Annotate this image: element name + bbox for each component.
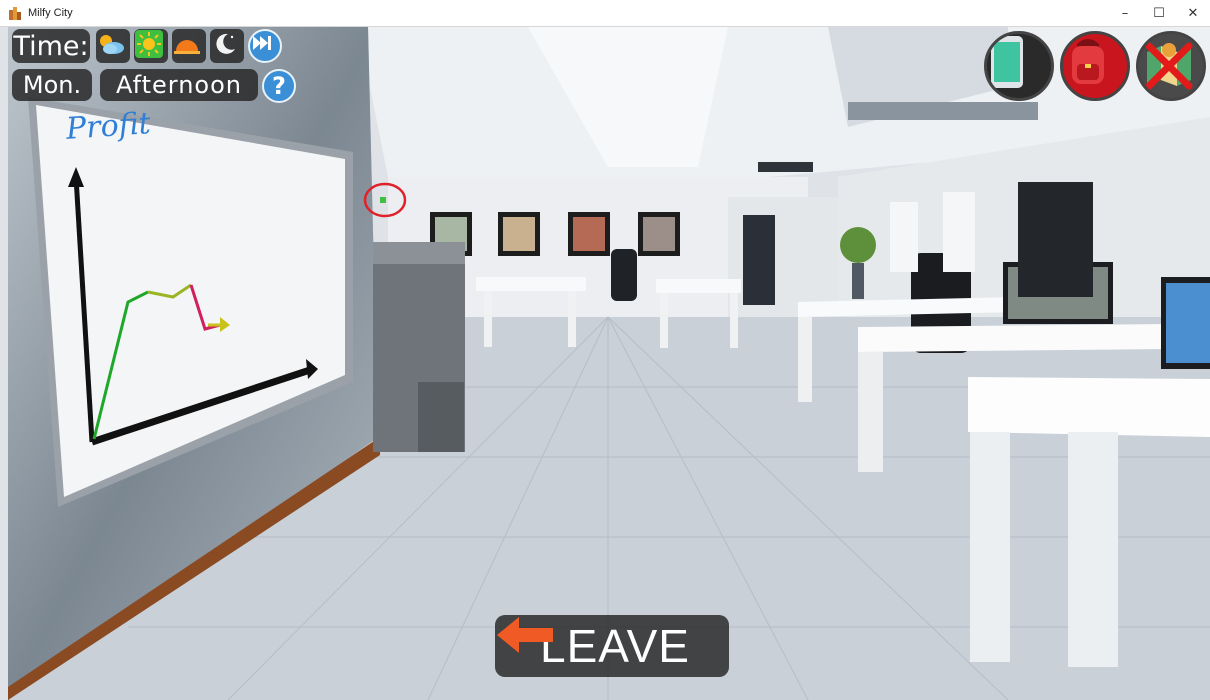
backpack-icon	[1072, 39, 1104, 84]
minimize-button[interactable]: –	[1108, 0, 1142, 26]
skip-forward-icon[interactable]	[248, 29, 282, 63]
help-button[interactable]: ?	[262, 69, 296, 103]
day-label: Mon.	[12, 69, 92, 101]
phone-button[interactable]	[984, 31, 1054, 101]
backpack-button[interactable]	[1060, 31, 1130, 101]
map-disabled-icon	[1145, 42, 1193, 90]
time-label: Time:	[12, 29, 90, 63]
arrow-left-icon	[497, 617, 553, 653]
app-icon	[9, 7, 21, 20]
whiteboard-text: Profit	[64, 106, 152, 147]
leave-button[interactable]: LEAVE	[495, 615, 729, 677]
maximize-button[interactable]: ☐	[1142, 0, 1176, 26]
window-title: Milfy City	[28, 7, 73, 19]
game-scene: Profit Time: Mon. Afternoon ? LEAVE	[8, 27, 1210, 700]
period-label: Afternoon	[100, 69, 258, 101]
map-button[interactable]	[1136, 31, 1206, 101]
evening-sunset-icon[interactable]	[172, 29, 206, 63]
office-background	[8, 27, 1210, 700]
phone-icon	[991, 36, 1023, 88]
morning-icon[interactable]	[96, 29, 130, 63]
window-titlebar: Milfy City – ☐ ✕	[0, 0, 1210, 27]
close-button[interactable]: ✕	[1176, 0, 1210, 26]
leave-label: LEAVE	[540, 620, 690, 672]
day-sun-icon[interactable]	[134, 29, 168, 63]
night-moon-icon[interactable]	[210, 29, 244, 63]
